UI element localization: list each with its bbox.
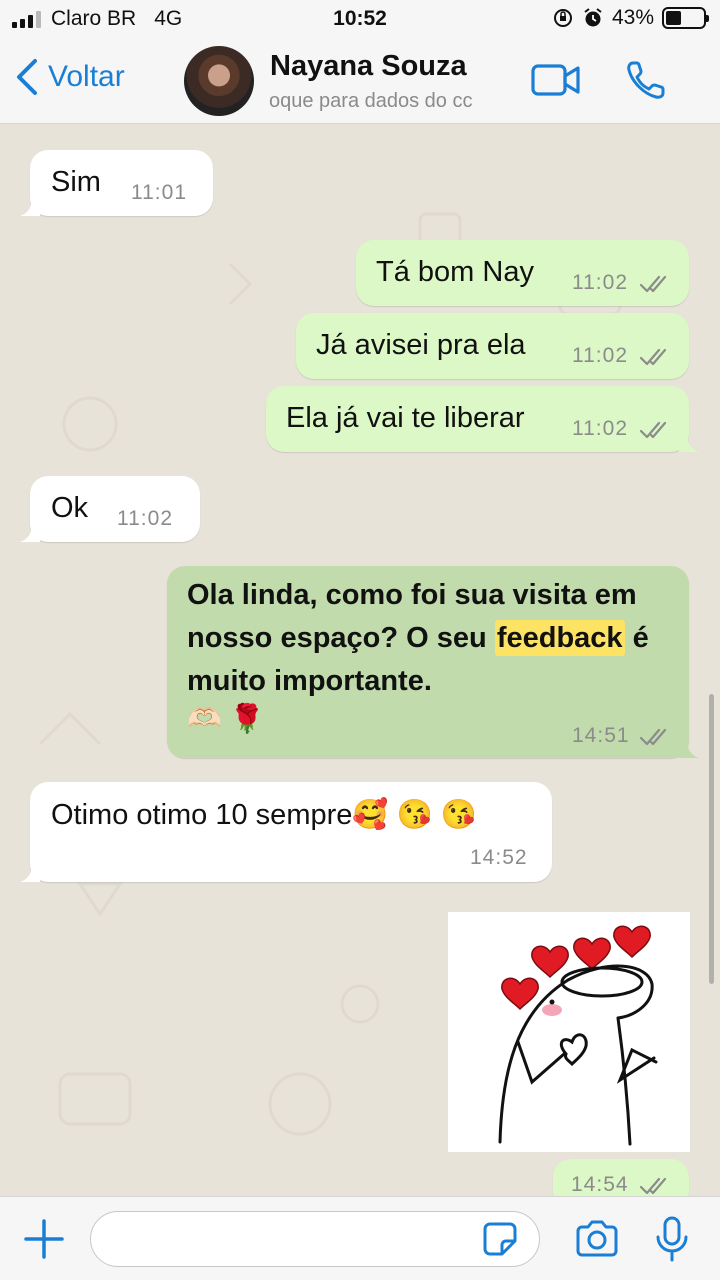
incoming-message[interactable]: Otimo otimo 10 sempre🥰 😘 😘 14:52	[20, 782, 552, 882]
chat-header: Voltar Nayana Souza oque para dados do c…	[0, 40, 720, 124]
read-ticks-icon	[639, 348, 667, 366]
rotation-lock-icon	[553, 9, 572, 27]
message-emoji: 🫶🏻 🌹	[187, 703, 265, 734]
message-text: Ela já vai te liberar	[286, 402, 525, 434]
avatar[interactable]	[184, 46, 254, 116]
message-text: Já avisei pra ela	[316, 329, 526, 361]
status-bar: Claro BR 4G 10:52 43%	[0, 0, 720, 40]
message-input[interactable]	[90, 1211, 540, 1267]
message-time: 11:02	[572, 417, 628, 440]
message-text: Otimo otimo 10 sempre🥰 😘 😘	[51, 799, 477, 831]
message-time: 11:01	[131, 181, 187, 204]
contact-subtitle[interactable]: oque para dados do cc	[269, 90, 514, 113]
read-ticks-icon	[639, 421, 667, 439]
incoming-message[interactable]: Ok 11:02	[20, 476, 200, 542]
message-text: Ola linda, como foi sua visita em nosso …	[187, 574, 657, 703]
input-bar	[0, 1196, 720, 1280]
bubble-tail	[679, 740, 699, 758]
message-time: 14:54	[571, 1173, 629, 1196]
outgoing-message[interactable]: Tá bom Nay 11:02	[356, 240, 689, 306]
alarm-icon	[584, 8, 602, 27]
battery-icon	[662, 7, 709, 29]
read-ticks-icon	[639, 728, 667, 746]
search-highlight: feedback	[494, 620, 625, 656]
outgoing-message[interactable]: Já avisei pra ela 11:02	[296, 313, 689, 379]
message-time: 14:52	[470, 846, 528, 869]
microphone-icon[interactable]	[654, 1215, 690, 1263]
camera-icon[interactable]	[574, 1219, 620, 1259]
contact-name[interactable]: Nayana Souza	[270, 50, 467, 83]
read-ticks-icon	[639, 275, 667, 293]
plus-icon[interactable]	[24, 1219, 64, 1259]
back-chevron-icon	[17, 59, 37, 95]
video-call-icon[interactable]	[530, 62, 582, 98]
message-time: 14:51	[572, 724, 630, 747]
status-right: 43%	[552, 6, 709, 30]
outgoing-message[interactable]: 14:54	[553, 1159, 689, 1196]
battery-percent: 43%	[611, 6, 654, 29]
read-ticks-icon	[639, 1177, 667, 1195]
message-time: 11:02	[117, 507, 173, 530]
message-time: 11:02	[572, 344, 628, 367]
message-text: Tá bom Nay	[376, 256, 534, 288]
flork-hearts-sticker	[498, 925, 658, 1146]
sticker-message[interactable]	[448, 912, 690, 1152]
sticker-icon[interactable]	[482, 1221, 518, 1257]
bubble-tail	[20, 864, 40, 882]
message-time: 11:02	[572, 271, 628, 294]
battery-fill	[666, 11, 682, 25]
back-button[interactable]: Voltar	[14, 58, 125, 96]
phone-icon[interactable]	[624, 58, 668, 102]
message-text: Ok	[51, 492, 89, 524]
incoming-message[interactable]: Sim 11:01	[20, 150, 213, 216]
bubble-tail	[20, 524, 40, 542]
scroll-indicator[interactable]	[709, 694, 714, 984]
chat-area[interactable]: Sim 11:01 Tá bom Nay 11:02 Já avisei pra…	[0, 124, 720, 1196]
bubble-tail	[20, 198, 40, 216]
message-text: Sim	[51, 166, 101, 198]
outgoing-message[interactable]: Ela já vai te liberar 11:02	[266, 386, 699, 452]
bubble-tail	[679, 434, 699, 452]
outgoing-message-highlighted[interactable]: Ola linda, como foi sua visita em nosso …	[167, 566, 699, 758]
back-label: Voltar	[48, 60, 125, 93]
